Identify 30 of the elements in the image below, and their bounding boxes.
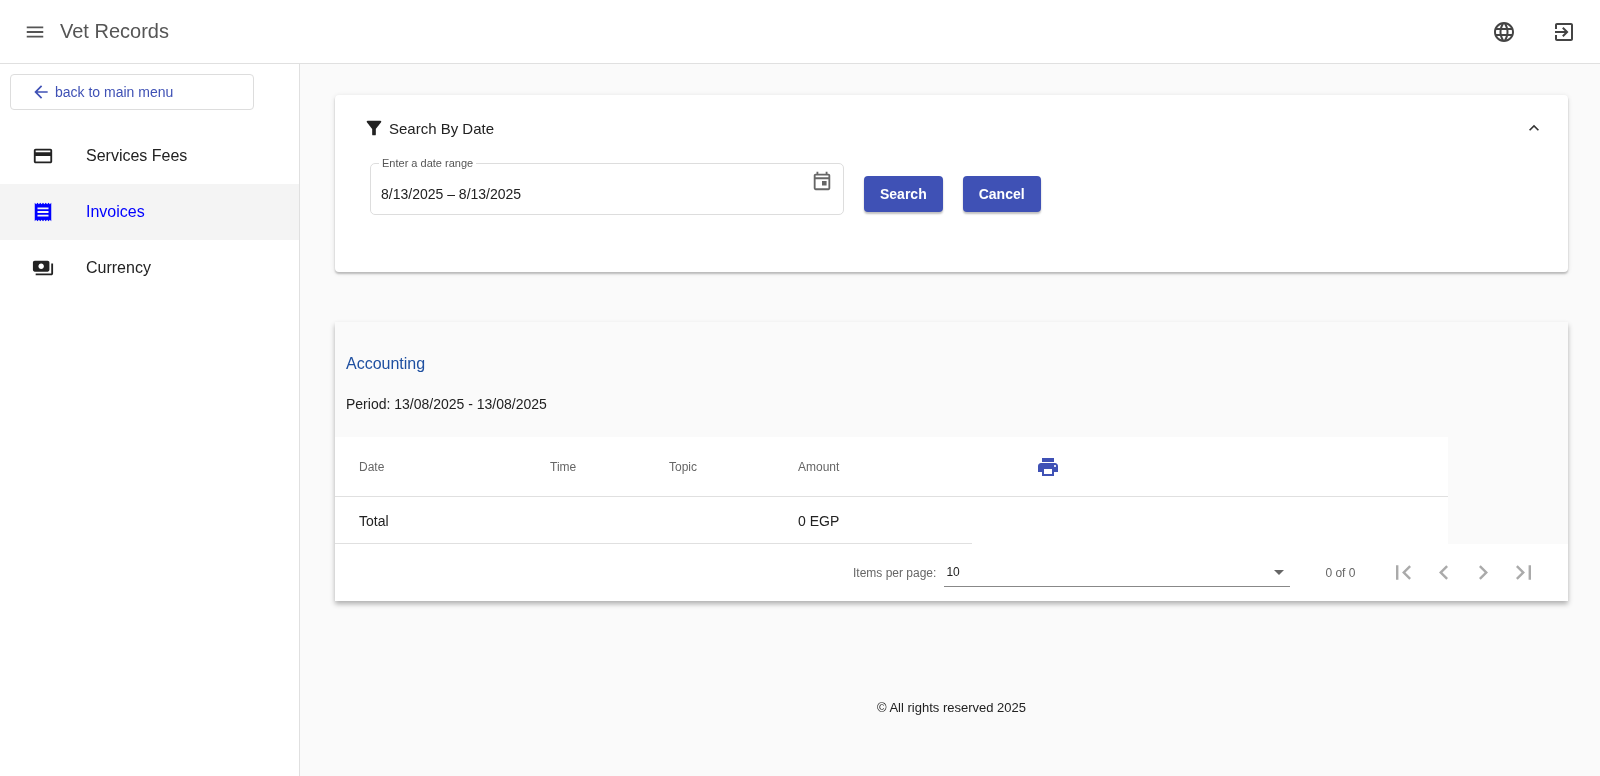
chevron-right-icon	[1478, 565, 1488, 580]
date-range-field[interactable]: Enter a date range 8/13/2025 – 8/13/2025	[370, 157, 844, 215]
items-per-page-label: Items per page:	[853, 565, 937, 580]
column-header: Topic	[669, 459, 698, 474]
page-range: 0 of 0	[1325, 565, 1356, 580]
panel-title: Search By Date	[389, 119, 495, 137]
page-size-select[interactable]: 10	[944, 558, 1291, 587]
receipt-icon	[32, 201, 54, 223]
action-button[interactable]: Cancel	[962, 176, 1041, 212]
column-header: Date	[359, 459, 386, 474]
chevron-left-icon	[1438, 565, 1448, 580]
report-title: Accounting	[346, 355, 426, 372]
language-button[interactable]	[1492, 19, 1516, 44]
calendar-icon	[811, 170, 833, 192]
footer-text: © All rights reserved 2025	[876, 700, 1026, 715]
sidebar-item[interactable]: Invoices	[0, 184, 299, 240]
table-cell-text: Total	[359, 512, 390, 529]
app-title: Vet Records	[60, 20, 169, 43]
action-button[interactable]: Search	[864, 176, 943, 212]
first-page-icon	[1395, 565, 1411, 580]
sidebar-item[interactable]: Services Fees	[0, 128, 299, 184]
table-cell-text: 0 EGP	[798, 512, 841, 529]
last-page-icon	[1515, 565, 1531, 580]
dropdown-caret-icon	[1274, 569, 1285, 575]
column-header: Amount	[798, 459, 841, 474]
back-link[interactable]: back to main menu	[10, 74, 254, 110]
report-period: Period: 13/08/2025 - 13/08/2025	[346, 396, 547, 412]
sidebar-item[interactable]: Currency	[0, 240, 299, 296]
globe-icon	[1492, 19, 1516, 44]
column-header: Time	[550, 459, 578, 474]
